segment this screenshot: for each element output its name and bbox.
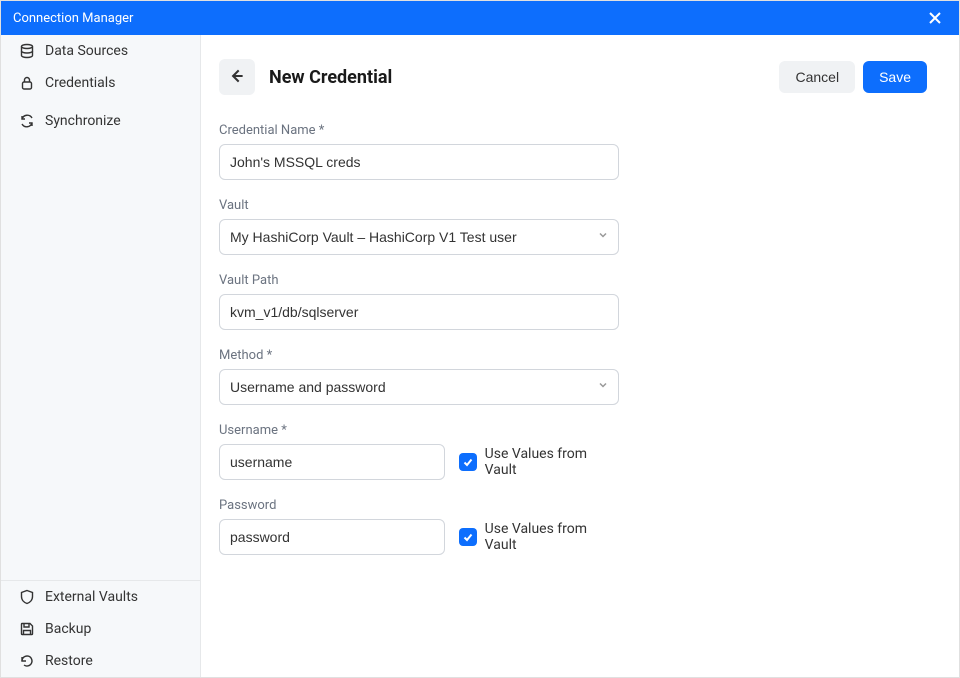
sidebar-item-label: Data Sources (45, 43, 128, 59)
checkbox-username-use-vault[interactable]: Use Values from Vault (459, 446, 619, 478)
save-button[interactable]: Save (863, 61, 927, 93)
sidebar-item-label: Credentials (45, 75, 115, 91)
close-icon[interactable] (923, 7, 947, 30)
sidebar-item-label: Synchronize (45, 113, 121, 129)
checkbox-password-use-vault[interactable]: Use Values from Vault (459, 521, 619, 553)
input-credential-name[interactable] (219, 144, 619, 180)
input-password[interactable] (219, 519, 445, 555)
titlebar-title: Connection Manager (13, 11, 133, 26)
lock-icon (19, 75, 35, 91)
input-vault-path[interactable] (219, 294, 619, 330)
cancel-button[interactable]: Cancel (779, 61, 855, 93)
sidebar-item-label: External Vaults (45, 589, 138, 605)
sync-icon (19, 113, 35, 129)
database-icon (19, 43, 35, 59)
titlebar: Connection Manager (1, 1, 959, 35)
sidebar-item-synchronize[interactable]: Synchronize (1, 105, 200, 137)
sidebar: Data Sources Credentials Synchronize (1, 35, 201, 677)
page-title: New Credential (269, 67, 392, 88)
sidebar-item-external-vaults[interactable]: External Vaults (1, 581, 200, 613)
label-vault-path: Vault Path (219, 273, 619, 288)
back-button[interactable] (219, 59, 255, 95)
sidebar-item-restore[interactable]: Restore (1, 645, 200, 677)
sidebar-item-label: Backup (45, 621, 91, 637)
credential-form: Credential Name * Vault My HashiCorp Vau… (219, 123, 619, 555)
label-credential-name: Credential Name * (219, 123, 619, 138)
sidebar-item-label: Restore (45, 653, 93, 669)
checkbox-label: Use Values from Vault (485, 521, 619, 553)
input-username[interactable] (219, 444, 445, 480)
check-icon (459, 528, 477, 546)
select-method[interactable]: Username and password (219, 369, 619, 405)
save-icon (19, 621, 35, 637)
select-vault[interactable]: My HashiCorp Vault – HashiCorp V1 Test u… (219, 219, 619, 255)
sidebar-item-credentials[interactable]: Credentials (1, 67, 200, 99)
label-method: Method * (219, 348, 619, 363)
check-icon (459, 453, 477, 471)
main: New Credential Cancel Save Credential Na… (201, 35, 959, 677)
sidebar-item-backup[interactable]: Backup (1, 613, 200, 645)
label-username: Username * (219, 423, 619, 438)
shield-icon (19, 589, 35, 605)
arrow-left-icon (228, 67, 246, 88)
checkbox-label: Use Values from Vault (485, 446, 619, 478)
label-vault: Vault (219, 198, 619, 213)
label-password: Password (219, 498, 619, 513)
sidebar-item-data-sources[interactable]: Data Sources (1, 35, 200, 67)
restore-icon (19, 653, 35, 669)
